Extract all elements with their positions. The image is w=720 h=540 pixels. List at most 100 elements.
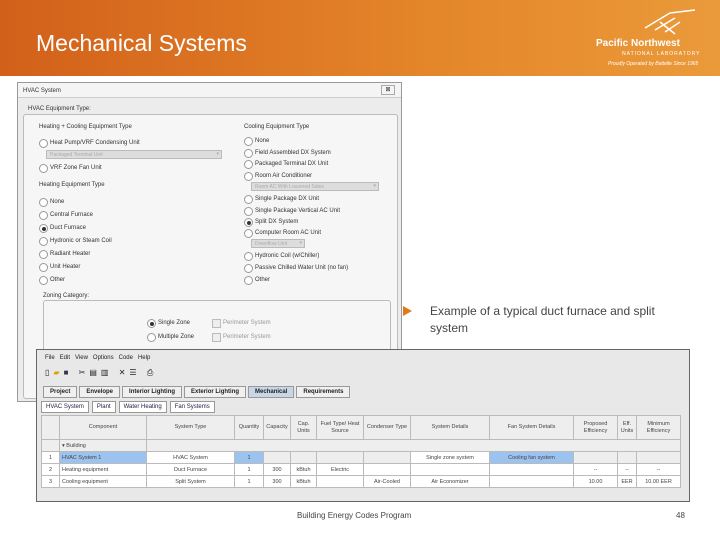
table-cell[interactable] xyxy=(316,451,364,464)
heat-cool-dropdown[interactable]: Packaged Terminal Unit xyxy=(46,150,222,159)
table-cell[interactable] xyxy=(363,463,411,476)
table-cell[interactable]: 300 xyxy=(263,475,291,488)
menu-edit[interactable]: Edit xyxy=(60,355,70,361)
radio-central-furnace[interactable]: Central Furnace xyxy=(39,211,93,220)
radio-multiple-zone[interactable]: Multiple Zone xyxy=(147,333,194,342)
table-cell[interactable]: 1 xyxy=(41,451,60,464)
menu-view[interactable]: View xyxy=(75,355,88,361)
radio-single-zone[interactable]: Single Zone xyxy=(147,319,190,328)
col-header: Fan System Details xyxy=(489,415,574,440)
radio-ptac[interactable]: Packaged Terminal DX Unit xyxy=(244,160,328,169)
table-cell[interactable]: -- xyxy=(636,463,681,476)
radio-cooling-none[interactable]: None xyxy=(244,137,269,146)
table-cell[interactable]: Single zone system xyxy=(410,451,490,464)
table-cell[interactable] xyxy=(263,451,291,464)
table-cell[interactable]: Heating equipment xyxy=(59,463,147,476)
radio-heat-pump[interactable]: Heat Pump/VRF Condensing Unit xyxy=(39,139,140,148)
paste-icon[interactable]: ▥ xyxy=(101,368,113,377)
table-cell[interactable]: -- xyxy=(573,463,618,476)
radio-cooling-other[interactable]: Other xyxy=(244,276,270,285)
table-cell[interactable]: HVAC System 1 xyxy=(59,451,147,464)
table-cell[interactable]: 1 xyxy=(234,463,264,476)
table-cell[interactable]: Air-Cooled xyxy=(363,475,411,488)
radio-unit-heater[interactable]: Unit Heater xyxy=(39,263,80,272)
tab-interior-lighting[interactable]: Interior Lighting xyxy=(122,386,183,398)
table-cell[interactable]: Cooling fan system xyxy=(489,451,574,464)
radio-radiant[interactable]: Radiant Heater xyxy=(39,250,90,259)
menu-options[interactable]: Options xyxy=(93,355,114,361)
table-cell[interactable]: Air Economizer xyxy=(410,475,490,488)
col-header: System Type xyxy=(146,415,235,440)
close-button[interactable]: ⊠ xyxy=(381,85,395,95)
slide-title: Mechanical Systems xyxy=(36,30,247,56)
table-row[interactable]: 2 Heating equipment Duct Furnace 1 300 kBtuh E… xyxy=(41,463,681,476)
list-icon[interactable]: ☰ xyxy=(129,368,140,377)
radio-hydronic-coil[interactable]: Hydronic Coil (w/Chiller) xyxy=(244,252,319,261)
table-cell[interactable]: EER xyxy=(617,475,637,488)
table-cell[interactable]: 2 xyxy=(41,463,60,476)
table-cell[interactable]: 3 xyxy=(41,475,60,488)
table-row[interactable]: 1 HVAC System 1 HVAC System 1 Single zone sy… xyxy=(41,451,681,464)
tab-exterior-lighting[interactable]: Exterior Lighting xyxy=(184,386,247,398)
radio-crac[interactable]: Computer Room AC Unit xyxy=(244,229,321,238)
radio-room-ac[interactable]: Room Air Conditioner xyxy=(244,172,312,181)
perimeter-system-checkbox[interactable]: Perimeter System xyxy=(212,319,271,328)
group-row-building[interactable]: ▾ Building xyxy=(41,439,681,452)
radio-spvac[interactable]: Single Package Vertical AC Unit xyxy=(244,207,340,216)
table-cell[interactable]: 1 xyxy=(234,451,264,464)
radio-passive-chilled[interactable]: Passive Chilled Water Unit (no fan) xyxy=(244,264,348,273)
table-cell[interactable] xyxy=(573,451,618,464)
menu-help[interactable]: Help xyxy=(138,355,150,361)
save-icon[interactable]: ■ xyxy=(64,368,73,377)
crac-dropdown[interactable]: Downflow Unit xyxy=(251,239,305,248)
table-cell[interactable]: Electric xyxy=(316,463,364,476)
table-cell[interactable]: Duct Furnace xyxy=(146,463,235,476)
subtab-hvac-system[interactable]: HVAC System xyxy=(41,401,89,413)
sub-tabs: HVAC System Plant Water Heating Fan Syst… xyxy=(41,401,218,413)
subtab-water-heating[interactable]: Water Heating xyxy=(118,401,167,413)
tab-project[interactable]: Project xyxy=(43,386,78,398)
table-row[interactable]: 3 Cooling equipment Split System 1 300 kBtuh A… xyxy=(41,475,681,488)
table-cell[interactable]: 10.00 EER xyxy=(636,475,681,488)
radio-split-dx[interactable]: Split DX System xyxy=(244,218,298,227)
group-label: Building xyxy=(66,442,86,449)
table-cell[interactable] xyxy=(363,451,411,464)
table-cell[interactable] xyxy=(316,475,364,488)
tab-mechanical[interactable]: Mechanical xyxy=(248,386,295,398)
table-cell[interactable]: 10.00 xyxy=(573,475,618,488)
table-cell[interactable] xyxy=(636,451,681,464)
cut-icon[interactable]: ✂ xyxy=(79,368,90,377)
radio-heating-none[interactable]: None xyxy=(39,198,64,207)
radio-field-dx[interactable]: Field Assembled DX System xyxy=(244,149,331,158)
delete-icon[interactable]: ✕ xyxy=(119,368,130,377)
open-icon[interactable]: ▰ xyxy=(53,368,63,377)
table-cell[interactable]: HVAC System xyxy=(146,451,235,464)
radio-heating-other[interactable]: Other xyxy=(39,276,65,285)
table-cell[interactable]: 300 xyxy=(263,463,291,476)
radio-single-dx[interactable]: Single Package DX Unit xyxy=(244,195,319,204)
table-cell[interactable]: kBtuh xyxy=(290,463,317,476)
subtab-plant[interactable]: Plant xyxy=(91,401,116,413)
table-cell[interactable]: -- xyxy=(617,463,637,476)
room-ac-dropdown[interactable]: Room AC With Louvered Sides xyxy=(251,182,379,191)
radio-hydronic[interactable]: Hydronic or Steam Coil xyxy=(39,237,112,246)
radio-vrf-zone[interactable]: VRF Zone Fan Unit xyxy=(39,164,102,173)
table-cell[interactable] xyxy=(290,451,317,464)
perimeter-system-checkbox-2[interactable]: Perimeter System xyxy=(212,333,271,342)
tab-requirements[interactable]: Requirements xyxy=(296,386,351,398)
table-cell[interactable] xyxy=(617,451,637,464)
table-cell[interactable] xyxy=(410,463,490,476)
subtab-fan-systems[interactable]: Fan Systems xyxy=(169,401,215,413)
table-cell[interactable]: Split System xyxy=(146,475,235,488)
menu-code[interactable]: Code xyxy=(119,355,133,361)
table-cell[interactable]: 1 xyxy=(234,475,264,488)
table-cell[interactable] xyxy=(489,475,574,488)
radio-duct-furnace[interactable]: Duct Furnace xyxy=(39,224,86,233)
tab-envelope[interactable]: Envelope xyxy=(79,386,121,398)
menu-file[interactable]: File xyxy=(45,355,55,361)
table-cell[interactable]: Cooling equipment xyxy=(59,475,147,488)
table-cell[interactable] xyxy=(489,463,574,476)
print-icon[interactable]: ⎙ xyxy=(147,368,157,377)
copy-icon[interactable]: ▤ xyxy=(89,368,101,377)
table-cell[interactable]: kBtuh xyxy=(290,475,317,488)
